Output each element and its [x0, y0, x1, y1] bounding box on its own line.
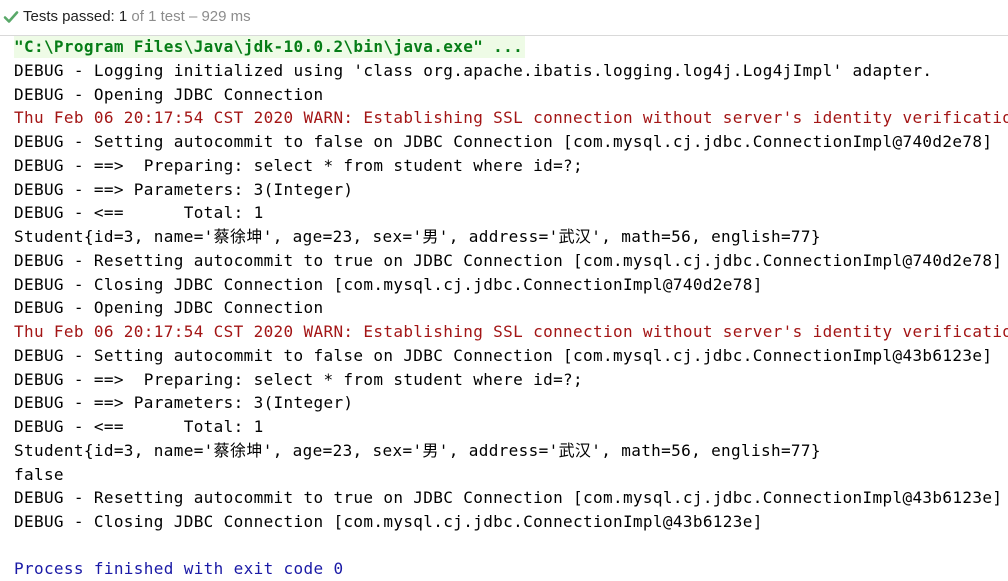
console-line: DEBUG - Setting autocommit to false on J…	[14, 132, 993, 151]
console-exit-line: Process finished with exit code 0	[14, 559, 344, 578]
console-line: DEBUG - Setting autocommit to false on J…	[14, 346, 993, 365]
console-line: false	[14, 465, 64, 484]
console-line: DEBUG - ==> Parameters: 3(Integer)	[14, 180, 354, 199]
tests-summary: of 1 test – 929 ms	[131, 8, 251, 25]
test-status-bar: Tests passed: 1 of 1 test – 929 ms	[0, 0, 1008, 36]
test-status-text: Tests passed: 1 of 1 test – 929 ms	[23, 8, 251, 26]
tests-passed-label: Tests passed:	[23, 8, 115, 25]
console-warning-line: Thu Feb 06 20:17:54 CST 2020 WARN: Estab…	[14, 108, 1008, 127]
console-line: DEBUG - Closing JDBC Connection [com.mys…	[14, 512, 763, 531]
console-line: DEBUG - Logging initialized using 'class…	[14, 61, 933, 80]
console-line: DEBUG - <== Total: 1	[14, 417, 264, 436]
console-line: DEBUG - <== Total: 1	[14, 203, 264, 222]
console-line: DEBUG - Opening JDBC Connection	[14, 298, 324, 317]
tests-passed-count: 1	[118, 8, 128, 25]
console-line: DEBUG - Resetting autocommit to true on …	[14, 488, 1003, 507]
console-line: DEBUG - Resetting autocommit to true on …	[14, 251, 1003, 270]
console-line: DEBUG - ==> Preparing: select * from stu…	[14, 370, 584, 389]
console-line: Student{id=3, name='蔡徐坤', age=23, sex='男…	[14, 441, 821, 460]
console-line: DEBUG - Closing JDBC Connection [com.mys…	[14, 275, 763, 294]
console-line: DEBUG - ==> Preparing: select * from stu…	[14, 156, 584, 175]
console-command-line[interactable]: "C:\Program Files\Java\jdk-10.0.2\bin\ja…	[14, 36, 526, 58]
console-line: Student{id=3, name='蔡徐坤', age=23, sex='男…	[14, 227, 821, 246]
check-icon	[3, 11, 19, 23]
run-tool-window: Tests passed: 1 of 1 test – 929 ms "C:\P…	[0, 0, 1008, 581]
console-output[interactable]: "C:\Program Files\Java\jdk-10.0.2\bin\ja…	[0, 36, 1008, 581]
console-warning-line: Thu Feb 06 20:17:54 CST 2020 WARN: Estab…	[14, 322, 1008, 341]
console-line: DEBUG - Opening JDBC Connection	[14, 85, 324, 104]
console-line: DEBUG - ==> Parameters: 3(Integer)	[14, 393, 354, 412]
